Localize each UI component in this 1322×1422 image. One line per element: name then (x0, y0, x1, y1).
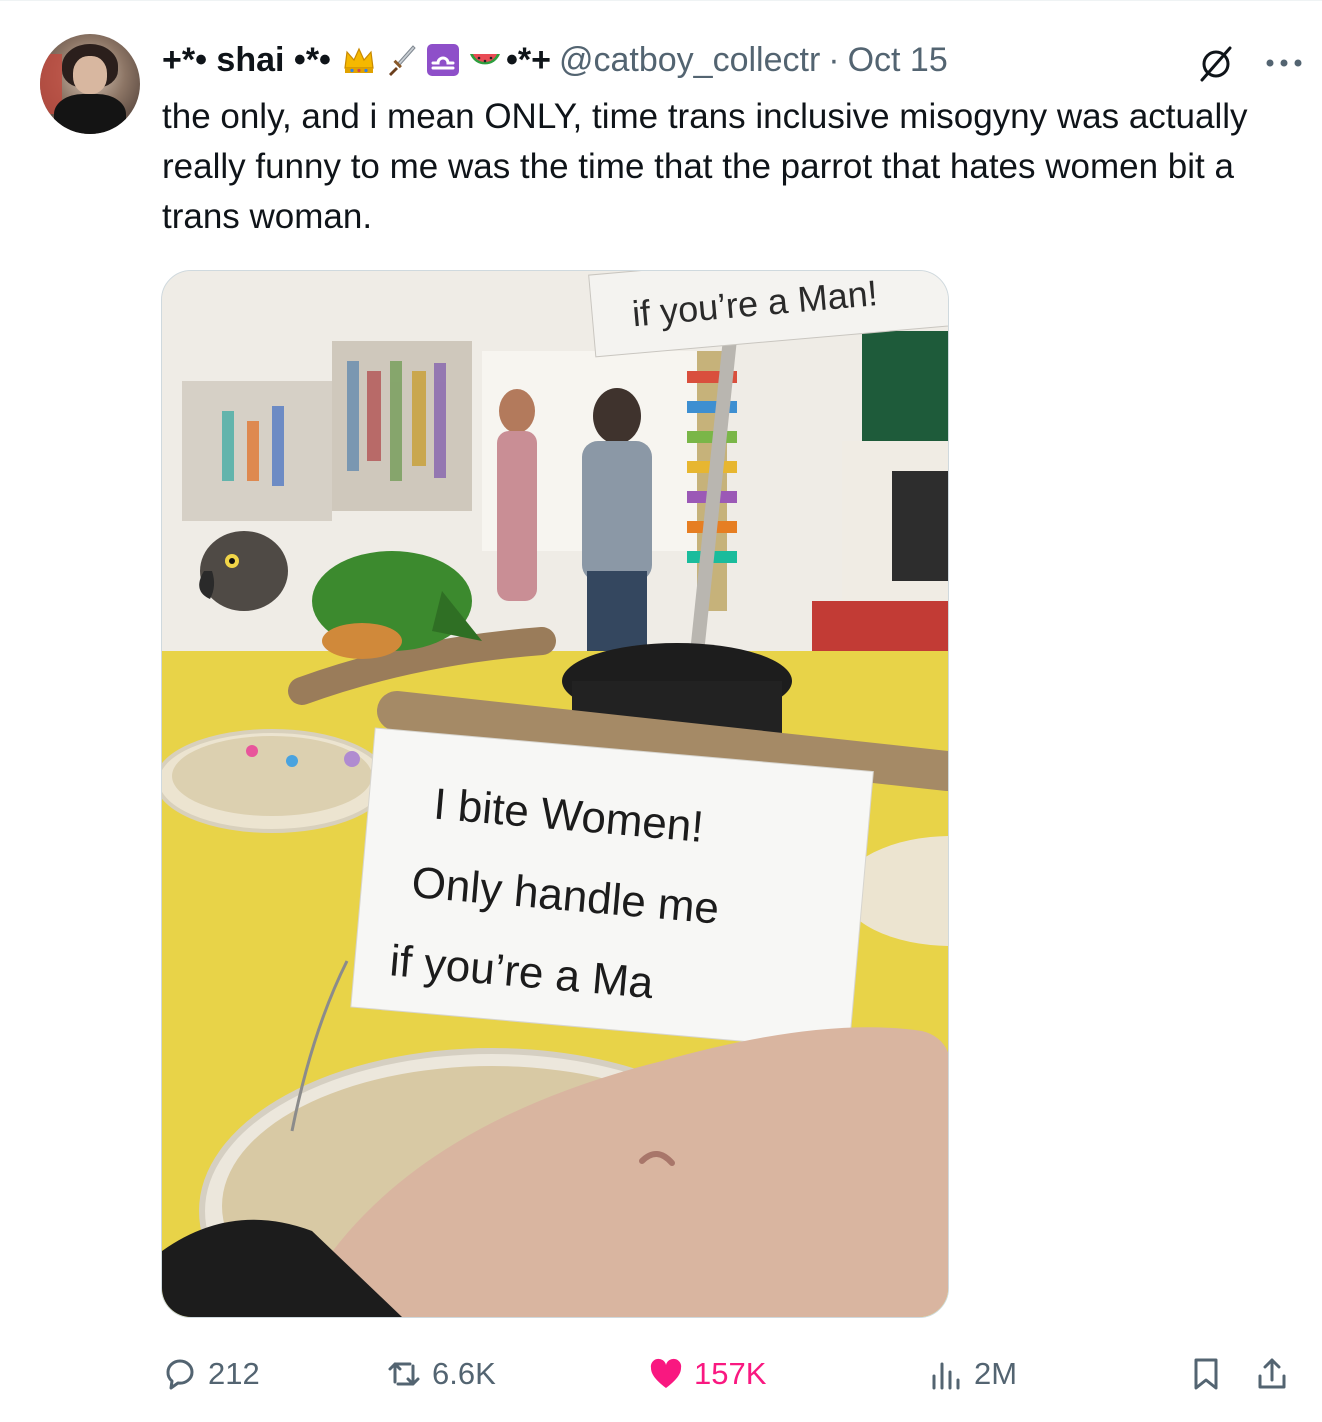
repost-count: 6.6K (432, 1356, 496, 1391)
repost-button[interactable]: 6.6K (386, 1346, 496, 1402)
reply-button[interactable]: 212 (162, 1346, 260, 1402)
view-count: 2M (974, 1356, 1018, 1391)
photo-scene: if you’re a Man! I bite Women! Only hand… (162, 271, 948, 1317)
action-bar: 212 6.6K 157K 2M (162, 1346, 1307, 1402)
display-name-suffix[interactable]: •*+ (506, 38, 551, 82)
repost-icon (388, 1362, 420, 1386)
avatar[interactable] (40, 34, 140, 134)
bookmark-icon (1194, 1358, 1218, 1390)
heart-icon (650, 1358, 682, 1388)
bite-sign: I bite Women! Only handle me if you’re a… (350, 727, 874, 1052)
share-icon (1258, 1358, 1286, 1389)
separator: · (828, 41, 840, 79)
dagger-icon (383, 42, 419, 78)
avatar-face (73, 56, 107, 94)
reply-icon (166, 1359, 194, 1390)
like-button[interactable]: 157K (648, 1346, 766, 1402)
tweet-text: the only, and i mean ONLY, time trans in… (162, 97, 1248, 236)
more-options-icon[interactable] (1262, 48, 1306, 78)
display-name[interactable]: +*• shai •*• (162, 38, 331, 82)
bookmark-button[interactable] (1188, 1346, 1234, 1402)
like-count: 157K (694, 1356, 767, 1391)
top-divider (0, 0, 1322, 1)
libra-icon (425, 42, 461, 78)
post-date[interactable]: Oct 15 (848, 38, 948, 82)
user-handle[interactable]: @catboy_collectr (559, 38, 820, 82)
reply-count: 212 (208, 1356, 260, 1391)
share-button[interactable] (1254, 1346, 1300, 1402)
grok-icon[interactable] (1196, 44, 1236, 84)
tweet-header: +*• shai •*• •*+ @catboy_collectr · Oct … (162, 38, 948, 82)
tweet-photo[interactable]: if you’re a Man! I bite Women! Only hand… (161, 270, 949, 1318)
views-button[interactable]: 2M (928, 1346, 1017, 1402)
views-icon (932, 1362, 960, 1390)
watermelon-icon (467, 42, 503, 78)
crown-icon (341, 42, 377, 78)
avatar-shirt (54, 94, 126, 134)
